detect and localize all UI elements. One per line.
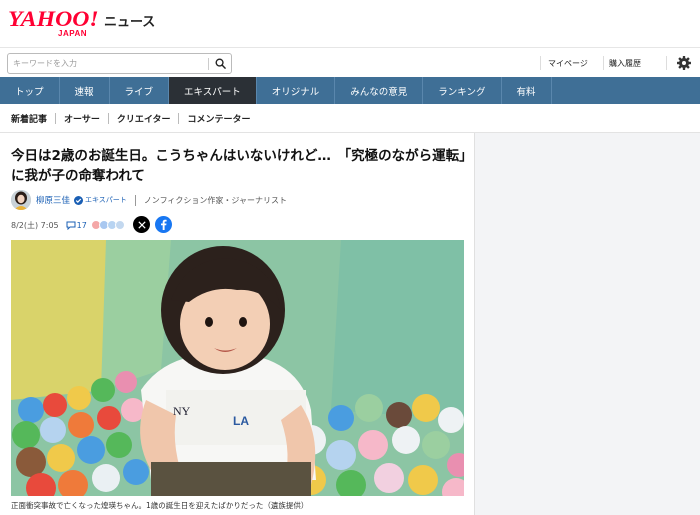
search-icon bbox=[215, 58, 226, 69]
comment-count: 17 bbox=[76, 220, 87, 230]
check-icon bbox=[74, 195, 84, 205]
author-row: 柳原三佳 エキスパート ノンフィクション作家・ジャーナリスト bbox=[11, 190, 287, 210]
search-input[interactable] bbox=[8, 54, 208, 73]
photo-caption: 正面衝突事故で亡くなった煌瑛ちゃん。1歳の誕生日を迎えたばかりだった（遺族提供） bbox=[11, 501, 309, 510]
nav-tab-opinions[interactable]: みんなの意見 bbox=[335, 77, 424, 104]
nav-tab-expert[interactable]: エキスパート bbox=[169, 77, 257, 104]
purchase-history-link[interactable]: 購入履歴 bbox=[609, 48, 641, 78]
author-divider bbox=[134, 194, 136, 206]
subnav-divider bbox=[178, 112, 180, 124]
nav-tab-live[interactable]: ライブ bbox=[110, 77, 170, 104]
util-divider bbox=[603, 56, 604, 70]
logo-yahoo-text: YAHOO! bbox=[8, 6, 99, 31]
share-facebook-button[interactable] bbox=[155, 216, 172, 233]
comment-count-link[interactable]: 17 bbox=[66, 221, 87, 230]
gear-icon[interactable] bbox=[676, 55, 692, 71]
yahoo-news-logo[interactable]: YAHOO! JAPAN ニュース bbox=[8, 6, 156, 39]
subnav-authors[interactable]: オーサー bbox=[64, 112, 100, 125]
reaction-face-icon bbox=[114, 220, 125, 230]
facebook-logo-icon bbox=[161, 219, 167, 230]
subnav-divider bbox=[107, 112, 109, 124]
mypage-link[interactable]: マイページ bbox=[548, 48, 588, 78]
nav-tab-ranking[interactable]: ランキング bbox=[423, 77, 502, 104]
share-x-button[interactable] bbox=[133, 216, 150, 233]
x-logo-icon bbox=[137, 220, 146, 229]
nav-tab-paid[interactable]: 有料 bbox=[502, 77, 552, 104]
util-divider bbox=[540, 56, 541, 70]
search-bar-row: マイページ 購入履歴 bbox=[0, 47, 700, 77]
subnav-divider bbox=[55, 112, 57, 124]
author-avatar[interactable] bbox=[11, 190, 31, 210]
page: YAHOO! JAPAN ニュース マイページ 購入履歴 bbox=[0, 0, 700, 515]
expert-badge: エキスパート bbox=[74, 195, 127, 205]
expert-badge-label: エキスパート bbox=[85, 196, 127, 204]
nav-tab-breaking[interactable]: 速報 bbox=[60, 77, 110, 104]
reaction-icons[interactable] bbox=[90, 220, 125, 230]
site-header: YAHOO! JAPAN ニュース bbox=[0, 0, 700, 47]
search-box bbox=[7, 53, 232, 74]
svg-text:LA: LA bbox=[233, 414, 249, 428]
sub-nav: 新着記事 オーサー クリエイター コメンテーター bbox=[0, 104, 700, 133]
photo-toddler-in-ball-pit: NY LA bbox=[11, 240, 464, 496]
nav-tab-original[interactable]: オリジナル bbox=[257, 77, 336, 104]
subnav-latest[interactable]: 新着記事 bbox=[11, 112, 47, 125]
logo-news-text: ニュース bbox=[103, 15, 156, 30]
article-title: 今日は2歳のお誕生日。こうちゃんはいないけれど… 「究極のながら運転」に我が子の… bbox=[11, 148, 466, 184]
article-meta: 8/2(土) 7:05 17 bbox=[11, 216, 311, 234]
util-divider bbox=[666, 56, 667, 70]
author-title: ノンフィクション作家・ジャーナリスト bbox=[143, 195, 288, 205]
logo-japan-text: JAPAN bbox=[58, 29, 88, 38]
author-name[interactable]: 柳原三佳 bbox=[36, 194, 70, 206]
article-photo[interactable]: NY LA bbox=[11, 240, 464, 496]
main-nav: トップ 速報 ライブ エキスパート オリジナル みんなの意見 ランキング 有料 bbox=[0, 77, 700, 104]
nav-tab-top[interactable]: トップ bbox=[0, 77, 60, 104]
subnav-commenters[interactable]: コメンテーター bbox=[187, 112, 250, 125]
subnav-creators[interactable]: クリエイター bbox=[117, 112, 171, 125]
comment-icon bbox=[66, 221, 76, 230]
publish-date: 8/2(土) 7:05 bbox=[11, 220, 59, 230]
search-button[interactable] bbox=[209, 54, 231, 73]
article-card: 今日は2歳のお誕生日。こうちゃんはいないけれど… 「究極のながら運転」に我が子の… bbox=[0, 133, 475, 515]
svg-text:NY: NY bbox=[173, 404, 191, 418]
